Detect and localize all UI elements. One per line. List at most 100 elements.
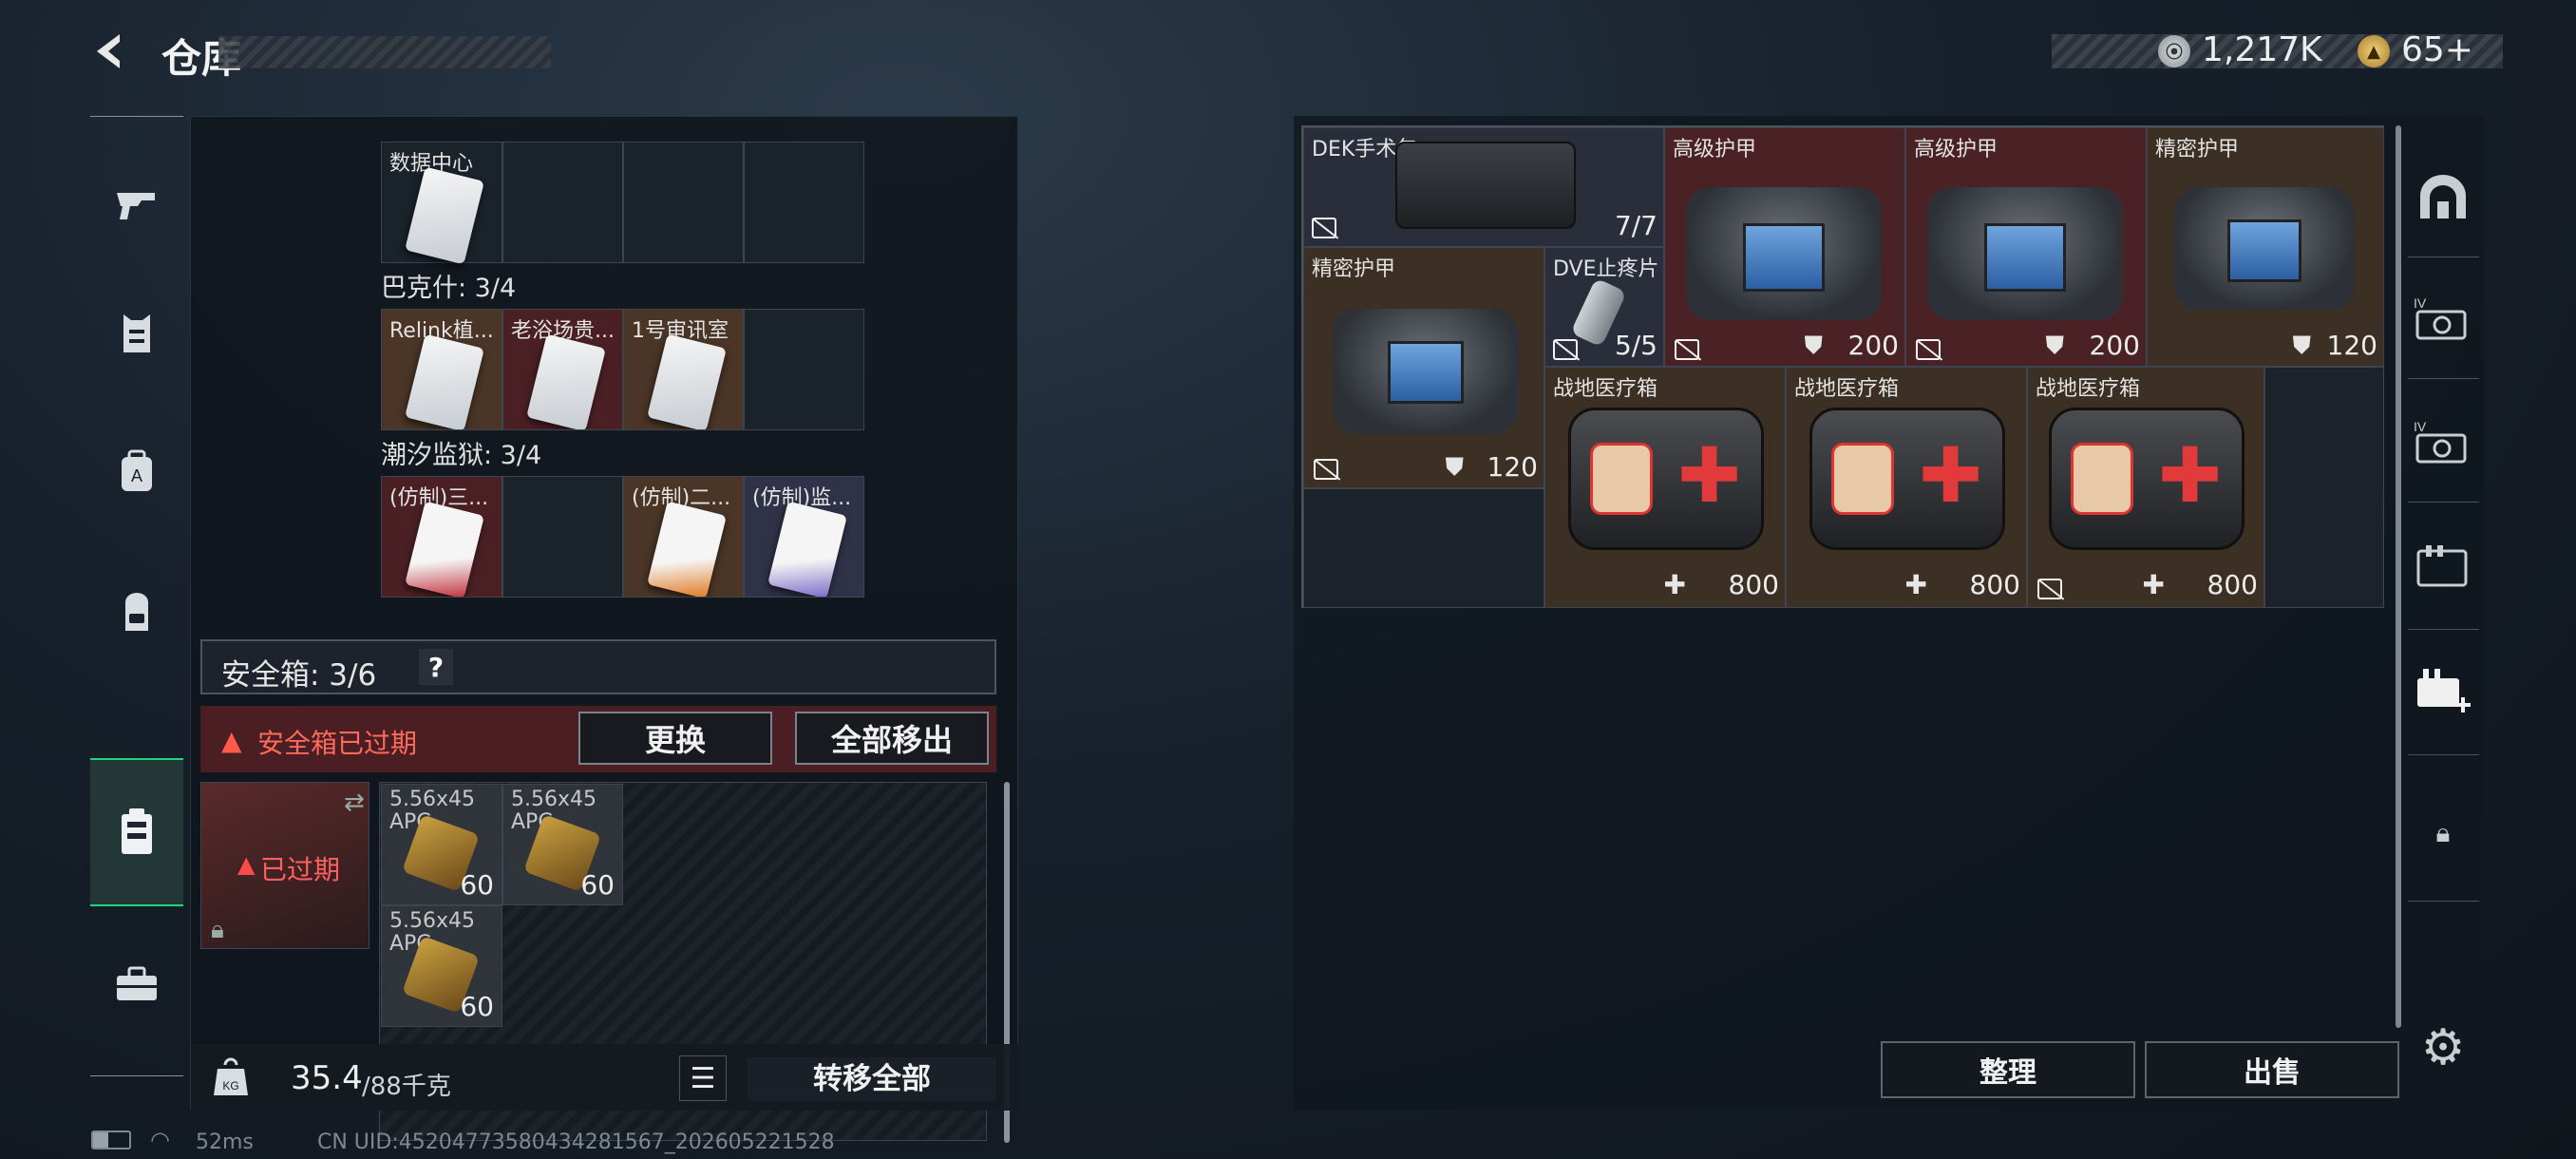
lock-icon: 🔒︎ bbox=[2435, 817, 2451, 848]
expired-label: 已过期 bbox=[260, 854, 341, 885]
storage-tab-level4-b[interactable]: IV bbox=[2400, 399, 2486, 484]
armor-value: 200 bbox=[2089, 330, 2140, 361]
tab-divider bbox=[2408, 256, 2479, 257]
svg-text:A: A bbox=[131, 466, 142, 485]
svg-text:IV: IV bbox=[2414, 295, 2427, 311]
no-drop-icon bbox=[1916, 339, 1941, 360]
keycard-slot[interactable]: Relink植... bbox=[381, 309, 502, 430]
safebox-panel: 数据中心 巴克什: 3/4 Relink植... 老浴场贵... 1号审讯室 潮… bbox=[190, 116, 1019, 1143]
no-drop-icon bbox=[1675, 339, 1699, 360]
sidebar-item-backpack[interactable]: A bbox=[90, 420, 183, 522]
safebox-item-slot[interactable]: ⇄ ▲ 已过期 🔒︎ bbox=[200, 782, 369, 949]
armor-value: 120 bbox=[2326, 330, 2377, 361]
silver-coin-icon: ⦿ bbox=[2158, 35, 2190, 67]
medkit-icon: ✚ bbox=[2049, 408, 2245, 550]
armor-item[interactable]: 精密护甲 ⛊ 120 bbox=[2147, 127, 2384, 367]
storage-tab-cabinet[interactable] bbox=[2400, 522, 2486, 608]
chest-rig-icon: A bbox=[122, 449, 152, 491]
list-view-button[interactable]: ☰ bbox=[679, 1055, 727, 1101]
warning-icon: ▲ bbox=[237, 851, 256, 878]
storage-tab-locked[interactable]: 🔒︎ bbox=[2400, 790, 2486, 876]
replace-button[interactable]: 更换 bbox=[578, 712, 772, 765]
ammo-slot[interactable]: 5.56x45 APC 60 bbox=[381, 905, 502, 1027]
ammo-count: 60 bbox=[460, 869, 494, 901]
list-icon: ☰ bbox=[690, 1061, 716, 1095]
heal-value: 800 bbox=[1969, 569, 2020, 600]
empty-slot[interactable] bbox=[744, 142, 864, 263]
sidebar-item-armor[interactable] bbox=[90, 282, 183, 385]
keycard-slot[interactable]: 老浴场贵... bbox=[502, 309, 623, 430]
no-drop-icon bbox=[2037, 579, 2062, 599]
transfer-all-button[interactable]: 转移全部 bbox=[748, 1057, 996, 1101]
keycard-icon bbox=[647, 501, 727, 597]
empty-slot[interactable] bbox=[502, 142, 623, 263]
armor-item[interactable]: 精密护甲 ⛊ 120 bbox=[1303, 247, 1544, 488]
empty-slot[interactable] bbox=[623, 142, 744, 263]
heal-value: 800 bbox=[1728, 569, 1779, 600]
battery-icon bbox=[91, 1130, 131, 1150]
sidebar-item-chest-rig[interactable] bbox=[90, 560, 183, 663]
wifi-icon: ◠ bbox=[150, 1127, 170, 1153]
ammo-slot[interactable]: 5.56x45 APC 60 bbox=[381, 784, 502, 905]
back-arrow-icon bbox=[97, 34, 120, 68]
storage-tab-main[interactable] bbox=[2400, 154, 2486, 239]
keycard-icon bbox=[405, 166, 484, 265]
keycard-slot[interactable]: (仿制)二... bbox=[623, 476, 744, 598]
armor-item[interactable]: 高级护甲 ⛊ 200 bbox=[1905, 127, 2147, 367]
cabinet-icon bbox=[2416, 545, 2468, 587]
gold-currency-value[interactable]: 65+ bbox=[2401, 30, 2473, 69]
keycard-slot[interactable]: (仿制)三... bbox=[381, 476, 502, 598]
empty-slot[interactable] bbox=[2264, 367, 2384, 608]
settings-button[interactable]: ⚙ bbox=[2400, 1005, 2486, 1091]
plus-icon: ✚ bbox=[1904, 569, 1927, 600]
item-label: 高级护甲 bbox=[1914, 138, 1998, 162]
medkit-item[interactable]: 战地医疗箱 ✚ 800 ✚ bbox=[1786, 367, 2027, 608]
help-button[interactable]: ? bbox=[419, 649, 453, 685]
keycard-slot[interactable]: (仿制)监... bbox=[744, 476, 864, 598]
shield-icon: ⛊ bbox=[1804, 332, 1823, 360]
shield-icon: ⛊ bbox=[2292, 332, 2311, 360]
sidebar-item-toolbox[interactable] bbox=[90, 933, 183, 1036]
item-label: 精密护甲 bbox=[2155, 138, 2240, 162]
storage-tab-medical[interactable] bbox=[2400, 650, 2486, 735]
keycard-slot[interactable]: 1号审讯室 bbox=[623, 309, 744, 430]
move-all-out-button[interactable]: 全部移出 bbox=[795, 712, 989, 765]
keycard-icon bbox=[405, 501, 484, 597]
medkit-item[interactable]: 战地医疗箱 ✚ 800 ✚ bbox=[2027, 367, 2264, 608]
surgery-kit-item[interactable]: DEK手术包 7/7 bbox=[1303, 127, 1664, 247]
sort-button[interactable]: 整理 bbox=[1881, 1041, 2135, 1098]
lock-icon: 🔒︎ bbox=[211, 916, 224, 944]
plus-icon: ✚ bbox=[1663, 569, 1686, 600]
item-count: 5/5 bbox=[1614, 330, 1657, 361]
empty-slot[interactable] bbox=[1303, 488, 1544, 608]
tab-divider bbox=[2408, 901, 2479, 902]
medkit-icon: ✚ bbox=[1809, 408, 2005, 550]
back-button[interactable] bbox=[87, 28, 133, 74]
svg-text:KG: KG bbox=[222, 1079, 238, 1092]
ammo-slot[interactable]: 5.56x45 APC 60 bbox=[502, 784, 623, 905]
storage-tab-level4-a[interactable]: IV bbox=[2400, 276, 2486, 361]
ping-value: 52ms bbox=[196, 1130, 254, 1154]
section-title: 巴克什: 3/4 bbox=[381, 274, 517, 303]
painkiller-item[interactable]: DVE止疼片 5/5 bbox=[1544, 247, 1664, 367]
sell-button[interactable]: 出售 bbox=[2145, 1041, 2399, 1098]
no-drop-icon bbox=[1314, 459, 1338, 480]
armor-bag-icon bbox=[1927, 187, 2123, 320]
shield-icon: ⛊ bbox=[2045, 332, 2064, 360]
empty-slot[interactable] bbox=[744, 309, 864, 430]
warehouse-panel: DEK手术包 7/7 高级护甲 ⛊ 200 高级护甲 ⛊ 200 精密护甲 ⛊ … bbox=[1294, 116, 2484, 1110]
medkit-icon: ✚ bbox=[1568, 408, 1764, 550]
swap-icon[interactable]: ⇄ bbox=[344, 788, 365, 817]
sidebar-item-weapon[interactable] bbox=[90, 154, 183, 256]
sidebar-divider bbox=[90, 1075, 183, 1076]
medkit-item[interactable]: 战地医疗箱 ✚ 800 ✚ bbox=[1544, 367, 1786, 608]
sidebar-item-safebox[interactable] bbox=[90, 758, 183, 906]
weight-footer: KG 35.4 /88千克 ☰ 转移全部 bbox=[191, 1044, 1019, 1111]
keycard-slot[interactable]: 数据中心 bbox=[381, 142, 502, 265]
empty-slot[interactable] bbox=[502, 476, 623, 598]
warning-icon: ▲ bbox=[221, 725, 242, 756]
weapon-icon bbox=[117, 193, 155, 219]
keycard-icon bbox=[405, 333, 484, 429]
armor-item[interactable]: 高级护甲 ⛊ 200 bbox=[1664, 127, 1905, 367]
current-weight: 35.4 bbox=[291, 1059, 363, 1097]
